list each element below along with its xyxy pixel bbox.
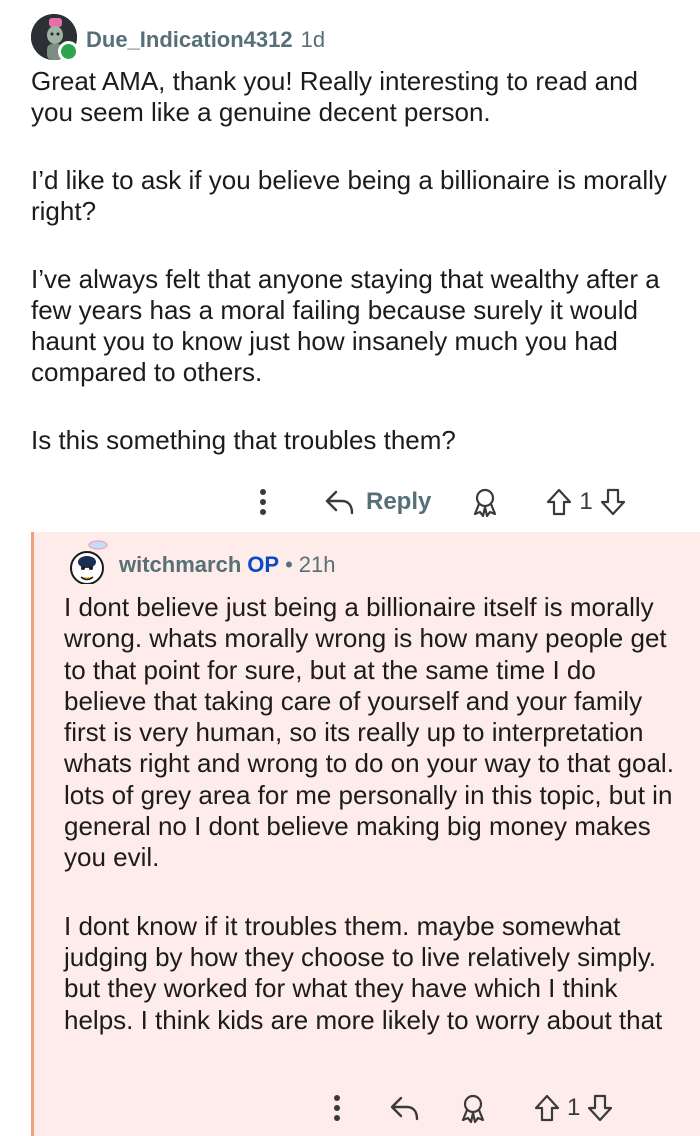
snoo-avatar-icon bbox=[70, 540, 108, 585]
comment-paragraph: I dont believe just being a billionaire … bbox=[64, 592, 674, 873]
comment-thread: Due_Indication4312 1d Great AMA, thank y… bbox=[0, 0, 700, 1136]
upvote-arrow-icon bbox=[534, 1094, 560, 1122]
more-options-button[interactable] bbox=[248, 488, 278, 516]
vote-count: 1 bbox=[579, 488, 593, 515]
downvote-arrow-icon bbox=[588, 1094, 613, 1122]
comment-paragraph: I’ve always felt that anyone staying tha… bbox=[31, 264, 660, 387]
reply-label: Reply bbox=[366, 488, 432, 515]
meta-separator: • bbox=[285, 552, 293, 577]
comment-paragraph: Is this something that troubles them? bbox=[31, 425, 456, 455]
comment-paragraph: I dont know if it troubles them. maybe s… bbox=[64, 910, 663, 1035]
avatar[interactable] bbox=[31, 14, 79, 62]
comment-timestamp: 21h bbox=[298, 552, 336, 577]
comment-paragraph: I’d like to ask if you believe being a b… bbox=[31, 165, 667, 226]
vote-count: 1 bbox=[567, 1094, 581, 1121]
award-button[interactable] bbox=[471, 487, 499, 517]
more-vertical-icon bbox=[260, 489, 266, 515]
parent-comment: Due_Indication4312 1d Great AMA, thank y… bbox=[0, 0, 700, 530]
award-icon bbox=[474, 488, 497, 517]
vote-control: 1 bbox=[533, 1093, 614, 1123]
reply-arrow-icon bbox=[325, 490, 354, 515]
op-badge: OP bbox=[247, 552, 280, 577]
thread-line[interactable] bbox=[31, 532, 34, 1136]
vote-control: 1 bbox=[545, 487, 626, 517]
reply-arrow-icon bbox=[390, 1096, 419, 1121]
more-options-button[interactable] bbox=[325, 1094, 349, 1122]
reply-button[interactable]: Reply bbox=[324, 488, 431, 516]
author-name[interactable]: Due_Indication4312 bbox=[86, 27, 293, 53]
comment-meta: Due_Indication4312 1d bbox=[86, 26, 325, 54]
comment-body: Great AMA, thank you! Really interesting… bbox=[31, 66, 681, 493]
comment-action-bar: 1 bbox=[325, 1086, 614, 1130]
award-icon bbox=[461, 1094, 485, 1123]
upvote-button[interactable] bbox=[533, 1093, 561, 1123]
downvote-arrow-icon bbox=[600, 488, 625, 516]
reply-button[interactable] bbox=[389, 1095, 419, 1121]
author-name[interactable]: witchmarch bbox=[119, 552, 241, 578]
downvote-button[interactable] bbox=[599, 487, 627, 517]
online-status-indicator bbox=[58, 41, 79, 62]
award-button[interactable] bbox=[459, 1093, 487, 1123]
comment-body: I dont believe just being a billionaire … bbox=[64, 592, 684, 1073]
comment-paragraph: Great AMA, thank you! Really interesting… bbox=[31, 66, 639, 127]
upvote-arrow-icon bbox=[547, 488, 572, 516]
downvote-button[interactable] bbox=[586, 1093, 614, 1123]
more-vertical-icon bbox=[334, 1095, 340, 1121]
upvote-button[interactable] bbox=[545, 487, 573, 517]
comment-action-bar: Reply 1 bbox=[248, 480, 627, 524]
avatar[interactable] bbox=[66, 540, 108, 585]
comment-timestamp: 1d bbox=[300, 27, 326, 52]
comment-meta: witchmarch OP • 21h bbox=[119, 551, 335, 579]
